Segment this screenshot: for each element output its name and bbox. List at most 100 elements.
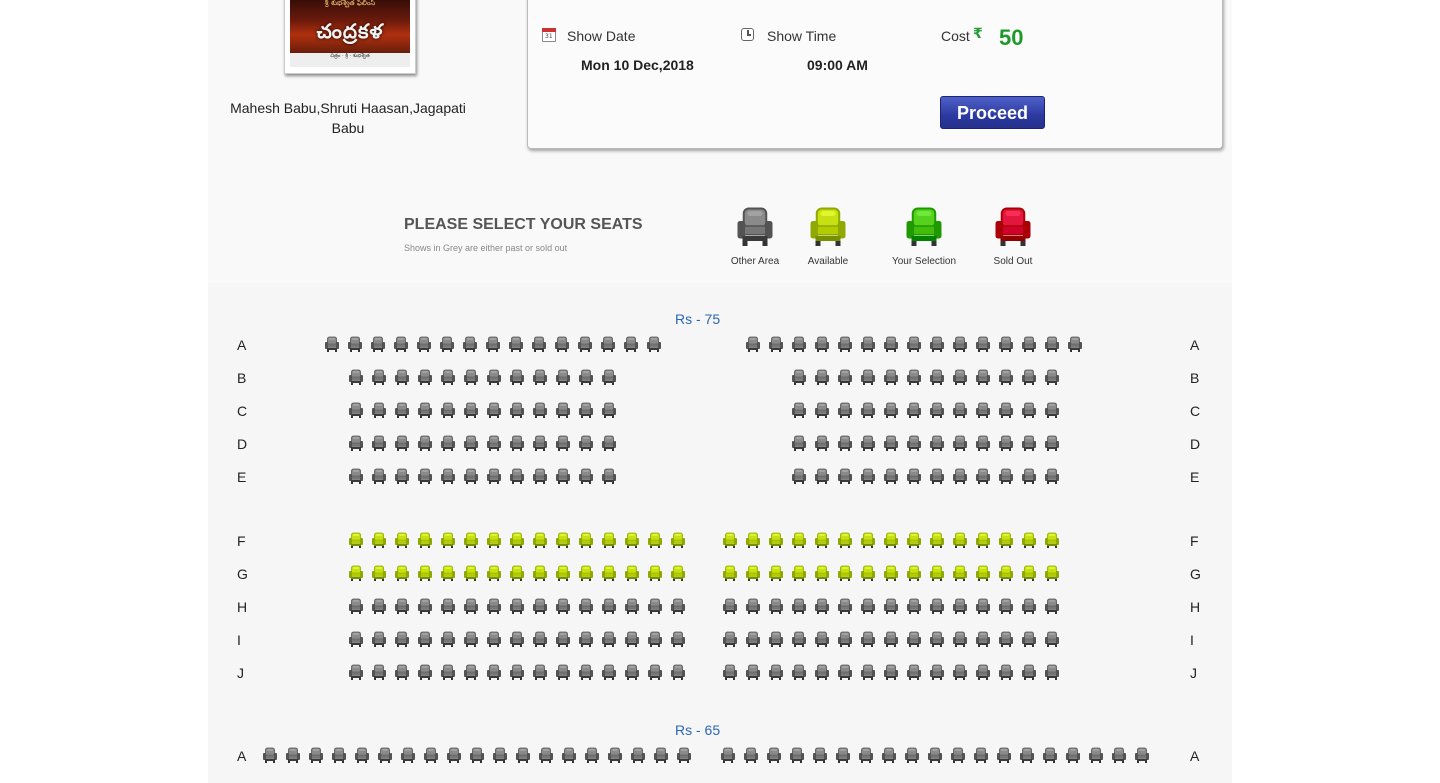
seat-other <box>463 468 479 484</box>
seat-available[interactable] <box>624 565 640 581</box>
seat-available[interactable] <box>670 532 686 548</box>
seat-available[interactable] <box>929 532 945 548</box>
seat-available[interactable] <box>509 532 525 548</box>
seat-green-icon <box>904 204 944 252</box>
seat-available[interactable] <box>791 532 807 548</box>
seat-other <box>860 435 876 451</box>
seat-available[interactable] <box>1044 565 1060 581</box>
seat-available[interactable] <box>1044 532 1060 548</box>
row-label-right: F <box>1190 533 1199 549</box>
seat-available[interactable] <box>578 565 594 581</box>
seat-other <box>676 747 692 763</box>
seat-available[interactable] <box>745 532 761 548</box>
seat-other <box>532 664 548 680</box>
seat-available[interactable] <box>883 532 899 548</box>
seat-available[interactable] <box>463 565 479 581</box>
seat-available[interactable] <box>975 565 991 581</box>
seat-other <box>929 664 945 680</box>
seat-available[interactable] <box>952 532 968 548</box>
seat-other <box>509 631 525 647</box>
seat-available[interactable] <box>722 532 738 548</box>
seat-other <box>347 336 363 352</box>
seat-other <box>515 747 531 763</box>
seat-available[interactable] <box>486 565 502 581</box>
seat-available[interactable] <box>929 565 945 581</box>
seat-available[interactable] <box>348 565 364 581</box>
seat-available[interactable] <box>394 532 410 548</box>
seat-available[interactable] <box>578 532 594 548</box>
seat-available[interactable] <box>837 532 853 548</box>
seat-available[interactable] <box>791 565 807 581</box>
proceed-button[interactable]: Proceed <box>940 96 1045 129</box>
seat-available[interactable] <box>1021 565 1037 581</box>
seat-available[interactable] <box>417 565 433 581</box>
row-label-left: B <box>237 370 247 386</box>
seat-available[interactable] <box>906 532 922 548</box>
seat-selection-title: PLEASE SELECT YOUR SEATS <box>404 216 643 233</box>
row-label-left: F <box>237 533 246 549</box>
seat-available[interactable] <box>722 565 738 581</box>
seat-available[interactable] <box>555 532 571 548</box>
seat-other <box>998 598 1014 614</box>
seat-other <box>486 435 502 451</box>
seat-other <box>837 664 853 680</box>
seat-other <box>601 402 617 418</box>
seat-available[interactable] <box>883 565 899 581</box>
seat-other <box>670 664 686 680</box>
seat-available[interactable] <box>906 565 922 581</box>
seat-other <box>975 468 991 484</box>
seat-available[interactable] <box>486 532 502 548</box>
seat-available[interactable] <box>647 565 663 581</box>
seat-available[interactable] <box>417 532 433 548</box>
seat-other <box>814 402 830 418</box>
seat-available[interactable] <box>371 565 387 581</box>
seat-available[interactable] <box>670 565 686 581</box>
seat-other <box>1021 435 1037 451</box>
seat-other <box>791 468 807 484</box>
seat-available[interactable] <box>532 532 548 548</box>
seat-available[interactable] <box>601 565 617 581</box>
seat-available[interactable] <box>837 565 853 581</box>
seat-available[interactable] <box>814 532 830 548</box>
row-label-right: E <box>1190 469 1200 485</box>
seat-other <box>417 369 433 385</box>
seat-available[interactable] <box>348 532 364 548</box>
seat-other <box>578 468 594 484</box>
seat-available[interactable] <box>624 532 640 548</box>
seat-available[interactable] <box>532 565 548 581</box>
seat-other <box>446 747 462 763</box>
seat-available[interactable] <box>998 565 1014 581</box>
seat-available[interactable] <box>1021 532 1037 548</box>
seat-other <box>601 631 617 647</box>
seat-other <box>1067 336 1083 352</box>
seat-available[interactable] <box>860 565 876 581</box>
seat-available[interactable] <box>768 565 784 581</box>
seat-other <box>417 664 433 680</box>
seat-other <box>577 336 593 352</box>
seat-available[interactable] <box>860 532 876 548</box>
seat-available[interactable] <box>975 532 991 548</box>
seat-other <box>860 369 876 385</box>
seat-available[interactable] <box>601 532 617 548</box>
seat-other <box>1134 747 1150 763</box>
seat-selection-subtitle: Shows in Grey are either past or sold ou… <box>404 243 568 253</box>
seat-available[interactable] <box>647 532 663 548</box>
seat-available[interactable] <box>440 532 456 548</box>
seat-available[interactable] <box>952 565 968 581</box>
section-price-label: Rs - 75 <box>675 311 721 327</box>
seat-available[interactable] <box>768 532 784 548</box>
seat-other <box>670 598 686 614</box>
seat-available[interactable] <box>463 532 479 548</box>
row-label-right: A <box>1190 748 1200 764</box>
seat-available[interactable] <box>371 532 387 548</box>
seat-other <box>371 664 387 680</box>
seat-available[interactable] <box>509 565 525 581</box>
seat-available[interactable] <box>440 565 456 581</box>
seat-available[interactable] <box>814 565 830 581</box>
seat-available[interactable] <box>745 565 761 581</box>
seat-other <box>952 402 968 418</box>
calendar-day: 31 <box>545 33 553 40</box>
seat-available[interactable] <box>555 565 571 581</box>
seat-available[interactable] <box>394 565 410 581</box>
seat-available[interactable] <box>998 532 1014 548</box>
